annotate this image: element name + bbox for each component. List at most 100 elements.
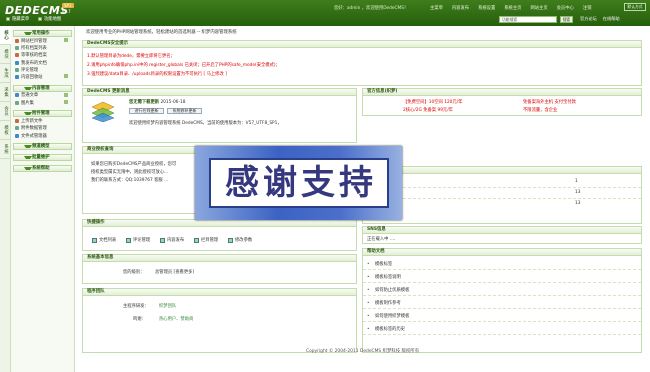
section-attachments[interactable]: 附件管理 — [13, 110, 72, 118]
sidebar-item-images[interactable]: 图片集 — [11, 99, 74, 106]
file-icon — [15, 133, 19, 138]
security-panel: DedeCMS安全提示 1.默认管理目录为dede，需要立即将它更名； 2.请用… — [82, 40, 642, 86]
doc-link[interactable]: 模板标签的历史 — [363, 324, 641, 335]
doc-link[interactable]: 如何防止优质模板 — [363, 285, 641, 296]
nav-member-center[interactable]: 会员中心 — [557, 5, 574, 11]
panel-title: 程序团队 — [83, 289, 356, 296]
license-line: 授权类型属实无限中，则此授权可放心... — [91, 170, 169, 175]
sidebar-item-site-columns[interactable]: 网站栏目管理 — [11, 37, 74, 44]
sidebar: 常用操作 网站栏目管理 所有档案列表 等审核的档案 我发布的文档 评论管理 内容… — [11, 26, 75, 372]
version-info: 欢迎使用织梦内容管理系统 DedeCMS，当前的使用版本为：V57_UTF8_S… — [129, 121, 282, 126]
sidebar-item-my-docs[interactable]: 我发布的文档 — [11, 59, 74, 66]
tab-collect[interactable]: 采集 — [0, 83, 11, 102]
tab-module[interactable]: 模块 — [0, 45, 11, 64]
doc-link[interactable]: 模板制作参考 — [363, 298, 641, 309]
panel-title: 系统基本信息 — [83, 255, 356, 262]
section-batch-maintain[interactable]: 批量维护 — [13, 154, 72, 162]
article-icon — [15, 93, 19, 98]
tab-member[interactable]: 会员 — [0, 102, 11, 121]
tab-generate[interactable]: 生成 — [0, 64, 11, 83]
level-value[interactable]: 总管理员 [查看更多] — [155, 269, 194, 275]
help-link[interactable]: 在线帮助 — [603, 16, 620, 22]
ad-link[interactable]: 不限流量，含企业 — [523, 107, 557, 113]
top-header: DEDECMS SP1 v5.7 您好：admin ，欢迎使用DedeCMS！ … — [0, 0, 650, 26]
sidebar-item-attach-data[interactable]: 附件数据管理 — [11, 125, 74, 132]
quick-panel: 快捷操作 — [82, 219, 357, 251]
doc-list-icon — [92, 237, 97, 243]
official-panel: 官方信息(织梦) 【免费空间】10空间 120元/年 免备案海外主机 支付宝付款… — [362, 88, 642, 116]
sidebar-item-upload[interactable]: 上传新文件 — [11, 117, 74, 124]
banner-text: 感谢支持 — [225, 163, 377, 203]
folder-icon — [15, 38, 19, 43]
tab-core[interactable]: 核心 — [0, 26, 11, 45]
add-icon[interactable] — [64, 100, 68, 105]
section-content[interactable]: 内容管理 — [13, 84, 72, 92]
sidebar-item-comments[interactable]: 评论管理 — [11, 66, 74, 73]
update-panel: DedeCMS 更新消息 您无需下载更新 2015-06-18 进行在线更新 系… — [82, 88, 357, 143]
tab-system[interactable]: 系统 — [0, 140, 11, 159]
license-line: 如果您已购买DedeCMS产品商业授权，您可 — [91, 162, 177, 167]
doc-link[interactable]: 如何使用织梦模板 — [363, 311, 641, 322]
security-line: 2.请用phpinfo确保php.ini中的 register_globals … — [87, 63, 280, 68]
sidebar-item-pending[interactable]: 等审核的档案 — [11, 52, 74, 59]
doc-icon — [15, 60, 19, 65]
comment-icon — [126, 237, 131, 243]
panel-title: 信息统计 — [363, 167, 641, 174]
section-help[interactable]: 系统帮助 — [13, 165, 72, 173]
ad-link[interactable]: 免备案海外主机 支付宝付款 — [523, 99, 576, 105]
online-update-button[interactable]: 进行在线更新 — [129, 108, 164, 114]
team-link[interactable]: 织梦团队 — [159, 303, 176, 309]
panel-title: 快捷操作 — [83, 220, 356, 227]
nav-site-home[interactable]: 网站主页 — [530, 5, 547, 11]
patch-update-button[interactable]: 系统修补更新 — [167, 108, 202, 114]
sidebar-item-all-docs[interactable]: 所有档案列表 — [11, 44, 74, 51]
quick-columns[interactable]: 栏目管理 — [194, 237, 218, 243]
search-input[interactable]: 功能搜索 — [499, 16, 557, 23]
skin-select[interactable]: 默认方式 — [624, 3, 646, 11]
quick-doc-list[interactable]: 文档列表 — [92, 237, 116, 243]
team-panel: 程序团队 主程序研发： 织梦团队 鸣谢： 热心用户、赞助商 — [82, 288, 357, 353]
ad-link[interactable]: 2核心/2G 免备案 99元/年 — [403, 107, 453, 113]
comment-icon — [15, 67, 19, 72]
quick-publish[interactable]: 内容发布 — [160, 237, 184, 243]
tab-template[interactable]: 模板 — [0, 121, 11, 140]
level-label: 您的级别： — [123, 270, 145, 275]
nav-system-home[interactable]: 系统主页 — [504, 5, 521, 11]
nav-content-publish[interactable]: 内容发布 — [452, 5, 469, 11]
panel-title: 官方信息(织梦) — [363, 89, 641, 96]
add-icon[interactable] — [64, 92, 68, 97]
sidebar-item-recycle[interactable]: 内容回收站 — [11, 73, 74, 80]
panel-title: DedeCMS 更新消息 — [83, 89, 356, 96]
license-line: 我们的联系方式：QQ:1039767 客服 ... — [91, 178, 169, 183]
news-loading: 正在载入中 .... — [367, 237, 396, 242]
vertical-tabs: 核心 模块 生成 采集 会员 模板 系统 — [0, 26, 11, 372]
nav-system-settings[interactable]: 系统设置 — [478, 5, 495, 11]
quick-settings[interactable]: 修改参数 — [228, 237, 252, 243]
doc-link[interactable]: 模板标签 — [363, 259, 641, 270]
panel-title: 帮助文档 — [363, 249, 641, 256]
function-map-button[interactable]: 功能地图 — [38, 16, 61, 22]
docs-panel: 帮助文档 模板标签 模板标签说明 如何防止优质模板 模板制作参考 如何使用织梦模… — [362, 248, 642, 353]
layers-icon — [91, 101, 115, 122]
add-icon[interactable] — [64, 38, 68, 42]
nav-main-menu[interactable]: 主菜单 — [430, 5, 443, 11]
section-common-ops[interactable]: 常用操作 — [13, 30, 72, 37]
forum-link[interactable]: 官方论坛 — [580, 16, 597, 22]
doc-link[interactable]: 模板标签说明 — [363, 272, 641, 283]
hide-menu-button[interactable]: 隐藏菜单 — [6, 16, 29, 22]
menu-icon — [6, 17, 10, 21]
search-button[interactable]: 搜索 — [560, 16, 573, 23]
team-label: 鸣谢： — [133, 317, 146, 322]
stat-value: 13 — [575, 190, 581, 195]
ad-link[interactable]: 【免费空间】10空间 120元/年 — [403, 99, 462, 105]
sidebar-item-file-manager[interactable]: 文件式管理器 — [11, 132, 74, 139]
top-nav: 主菜单 内容发布 系统设置 系统主页 网站主页 会员中心 注销 — [430, 5, 591, 11]
publish-icon — [160, 237, 165, 243]
team-link[interactable]: 热心用户、赞助商 — [159, 316, 193, 322]
nav-logout[interactable]: 注销 — [583, 5, 592, 11]
quick-comments[interactable]: 评论管理 — [126, 237, 150, 243]
clean-icon[interactable] — [64, 74, 68, 79]
sysinfo-panel: 系统基本信息 您的级别： 总管理员 [查看更多] — [82, 254, 357, 284]
sidebar-item-articles[interactable]: 普通文章 — [11, 92, 74, 99]
section-channel-model[interactable]: 频道模型 — [13, 143, 72, 151]
